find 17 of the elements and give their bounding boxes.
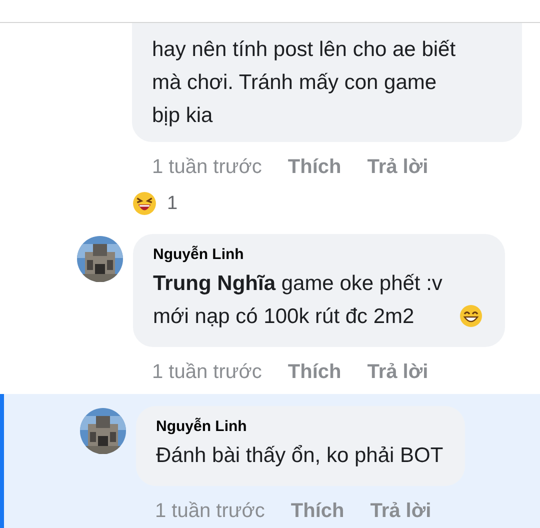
comment-text: Trung Nghĩa game oke phết :v mới nạp có 100k rút đc 2m2 xyxy=(153,271,444,330)
like-link[interactable]: Thích xyxy=(288,156,342,179)
comment-text: Đánh bài thấy ổn, ko phải BOT xyxy=(156,443,444,469)
smile-emoji-icon xyxy=(459,304,483,328)
timestamp: 1 tuần trước xyxy=(152,156,262,179)
author-name[interactable]: Nguyễn Linh xyxy=(156,418,444,435)
timestamp: 1 tuần trước xyxy=(155,500,265,523)
timestamp: 1 tuần trước xyxy=(152,361,262,384)
reaction-count: 1 xyxy=(167,192,178,214)
comment-text: hay nên tính post lên cho ae biết mà chơi. Tránh mấy con game bịp kia xyxy=(152,37,457,129)
reply-link[interactable]: Trả lời xyxy=(367,156,428,179)
like-link[interactable]: Thích xyxy=(288,361,342,384)
reply-link[interactable]: Trả lời xyxy=(367,361,428,384)
laughing-emoji-icon xyxy=(132,191,157,216)
author-name[interactable]: Nguyễn Linh xyxy=(153,246,483,263)
like-link[interactable]: Thích xyxy=(290,500,344,523)
reply-link[interactable]: Trả lời xyxy=(370,500,432,523)
